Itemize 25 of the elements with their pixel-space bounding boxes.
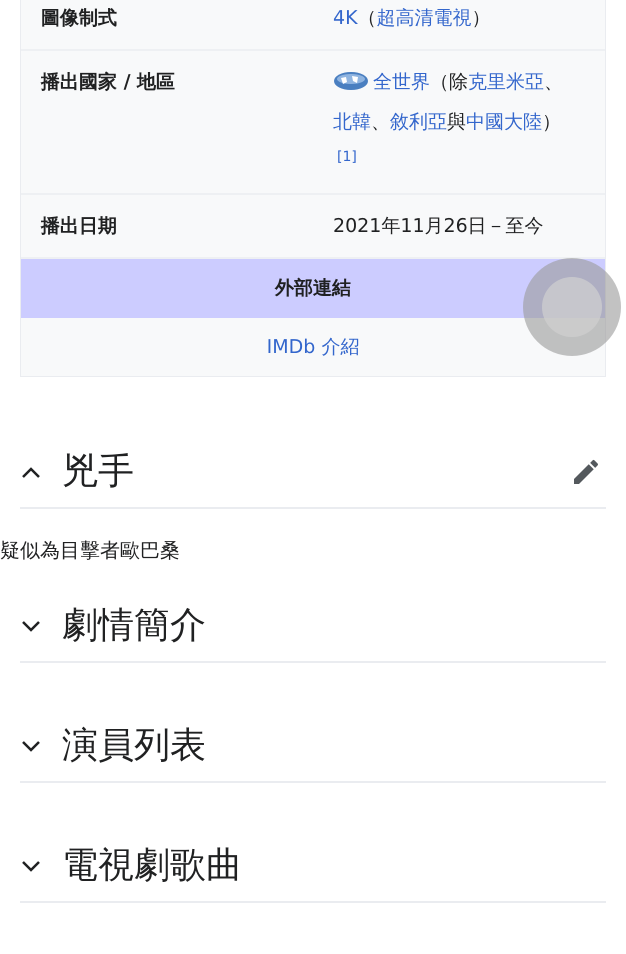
link[interactable]: 克里米亞 [468, 71, 544, 93]
imdb-link[interactable]: IMDb 介紹 [266, 336, 360, 358]
link[interactable]: 全世界 [373, 71, 430, 93]
link[interactable]: 中國大陸 [466, 111, 542, 133]
globe-icon [333, 71, 369, 91]
section-text: 疑似為目擊者歐巴桑 [0, 537, 181, 564]
section-heading[interactable]: 兇手 [20, 437, 606, 509]
row-label: 播出日期 [41, 214, 118, 239]
row-label: 播出國家 / 地區 [41, 70, 176, 95]
section-title: 兇手 [62, 450, 135, 494]
row-label: 圖像制式 [41, 6, 118, 31]
footnote-link[interactable]: [1] [337, 149, 357, 165]
link[interactable]: 超高清電視 [376, 7, 472, 29]
section-title: 演員列表 [62, 724, 207, 768]
section-heading[interactable]: 劇情簡介 [20, 591, 606, 663]
section-heading[interactable]: 演員列表 [20, 711, 606, 783]
section-title: 劇情簡介 [62, 604, 207, 648]
link[interactable]: 敘利亞 [390, 111, 447, 133]
link[interactable]: 北韓 [333, 111, 371, 133]
section-heading[interactable]: 電視劇歌曲 [20, 831, 606, 903]
row-value: 2021年11月26日－至今 [333, 214, 545, 239]
section-title: 電視劇歌曲 [62, 844, 243, 888]
row-value: 4K（超高清電視） [333, 6, 492, 31]
section-header: 外部連結 [21, 259, 605, 318]
link[interactable]: 4K [333, 7, 358, 29]
